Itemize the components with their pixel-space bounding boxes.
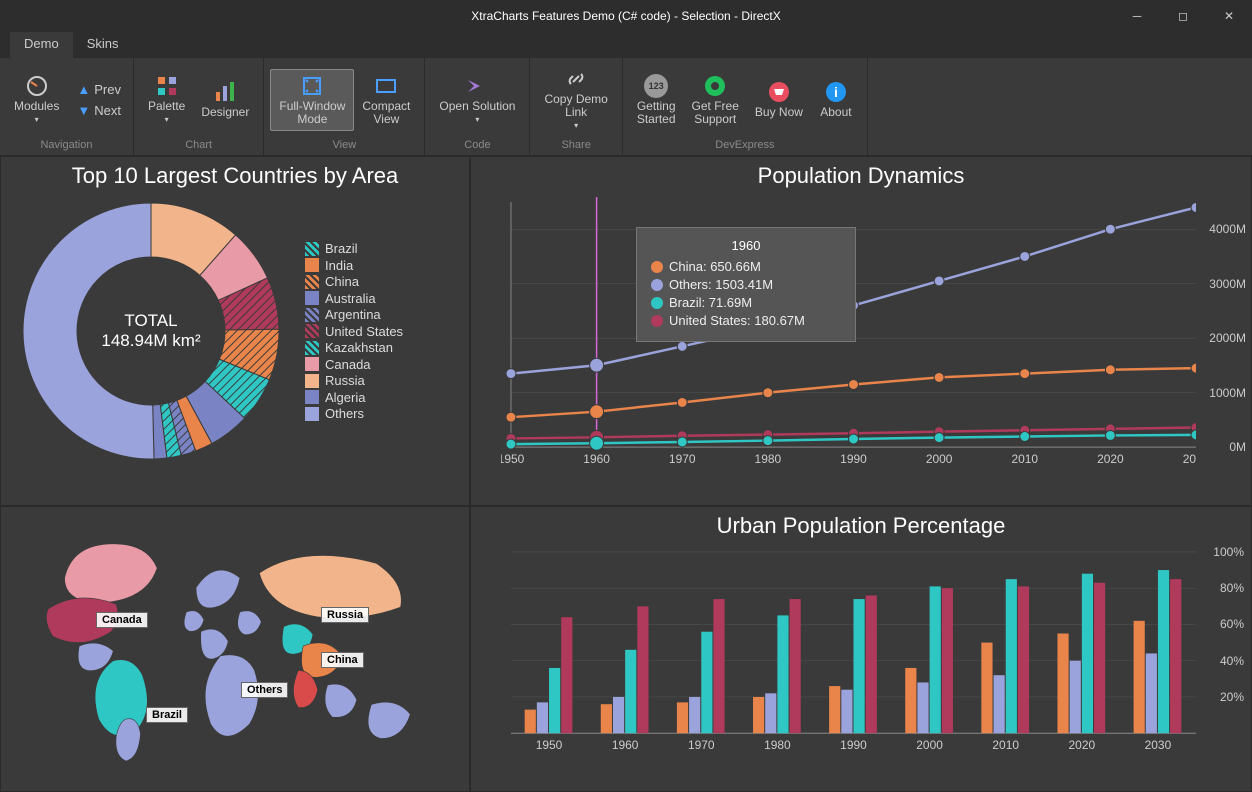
svg-text:2000: 2000: [916, 738, 943, 752]
full-window-button[interactable]: Full-Window Mode: [270, 69, 354, 131]
modules-button[interactable]: Modules ▾: [6, 70, 67, 130]
line-panel: Population Dynamics 1950 1960 1970 1980 1990…: [470, 156, 1252, 506]
map-label-russia: Russia: [321, 607, 369, 623]
svg-text:2010: 2010: [992, 738, 1019, 752]
svg-text:2020: 2020: [1097, 452, 1124, 466]
gauge-icon: [25, 74, 49, 98]
svg-text:1960: 1960: [583, 452, 610, 466]
svg-text:1990: 1990: [840, 452, 867, 466]
group-navigation-label: Navigation: [0, 137, 133, 155]
about-button[interactable]: iAbout: [811, 76, 861, 123]
map-label-canada: Canada: [96, 612, 148, 628]
bar-chart[interactable]: 195019601970198019902000201020202030 20%…: [501, 547, 1196, 753]
compact-view-button[interactable]: Compact View: [354, 70, 418, 130]
svg-text:1950: 1950: [536, 738, 563, 752]
map-label-others: Others: [241, 682, 288, 698]
map-panel[interactable]: Canada Brazil Others Russia China: [0, 506, 470, 792]
link-icon: [564, 67, 588, 91]
group-devexpress-label: DevExpress: [623, 137, 867, 155]
svg-text:1950: 1950: [501, 452, 525, 466]
legend-item[interactable]: Others: [305, 406, 403, 421]
group-code-label: Code: [425, 137, 529, 155]
line-tooltip: 1960 China: 650.66MOthers: 1503.41MBrazi…: [636, 227, 856, 342]
tab-demo[interactable]: Demo: [10, 32, 73, 58]
minimize-button[interactable]: ─: [1114, 0, 1160, 32]
donut-panel: Top 10 Largest Countries by Area TOTAL 1…: [0, 156, 470, 506]
legend-item[interactable]: China: [305, 274, 403, 289]
vs-icon: [465, 74, 489, 98]
maximize-button[interactable]: ◻: [1160, 0, 1206, 32]
svg-text:1970: 1970: [688, 738, 715, 752]
legend-item[interactable]: Kazakhstan: [305, 340, 403, 355]
legend-item[interactable]: India: [305, 258, 403, 273]
group-view-label: View: [264, 137, 424, 155]
palette-icon: [155, 74, 179, 98]
next-icon: ▼: [77, 103, 90, 118]
svg-text:2000: 2000: [926, 452, 953, 466]
svg-text:2030: 2030: [1183, 452, 1196, 466]
prev-icon: ▲: [77, 82, 90, 97]
group-chart-label: Chart: [134, 137, 263, 155]
123-icon: 123: [644, 74, 668, 98]
svg-text:2020: 2020: [1069, 738, 1096, 752]
world-map[interactable]: [11, 517, 459, 781]
next-button[interactable]: ▼Next: [71, 101, 127, 120]
tab-skins[interactable]: Skins: [73, 32, 133, 58]
titlebar: XtraCharts Features Demo (C# code) - Sel…: [0, 0, 1252, 32]
open-solution-button[interactable]: Open Solution▾: [431, 70, 523, 130]
svg-text:i: i: [834, 84, 838, 100]
expand-icon: [300, 74, 324, 98]
map-label-brazil: Brazil: [146, 707, 188, 723]
copy-link-button[interactable]: Copy Demo Link▾: [536, 63, 615, 136]
ribbon: Modules ▾ ▲Prev ▼Next Navigation Palette…: [0, 58, 1252, 156]
legend-item[interactable]: Algeria: [305, 390, 403, 405]
svg-text:1980: 1980: [755, 452, 782, 466]
designer-button[interactable]: Designer: [193, 76, 257, 123]
svg-text:1970: 1970: [669, 452, 696, 466]
line-chart[interactable]: 1950 1960 1970 1980 1990 2000 2010 2020 2030 196…: [501, 197, 1196, 467]
compact-icon: [374, 74, 398, 98]
cart-icon: [767, 80, 791, 104]
support-button[interactable]: Get Free Support: [684, 70, 747, 130]
lifebuoy-icon: [703, 74, 727, 98]
map-label-china: China: [321, 652, 364, 668]
info-icon: i: [824, 80, 848, 104]
legend-item[interactable]: Argentina: [305, 307, 403, 322]
legend-item[interactable]: Australia: [305, 291, 403, 306]
buy-now-button[interactable]: Buy Now: [747, 76, 811, 123]
svg-text:1960: 1960: [612, 738, 639, 752]
window-title: XtraCharts Features Demo (C# code) - Sel…: [471, 9, 780, 23]
bar-title: Urban Population Percentage: [471, 507, 1251, 541]
tab-strip: Demo Skins: [0, 32, 1252, 58]
line-title: Population Dynamics: [471, 157, 1251, 191]
svg-text:2010: 2010: [1011, 452, 1038, 466]
bar-panel: Urban Population Percentage 1950 1960 1970…: [470, 506, 1252, 792]
donut-total-label: TOTAL: [101, 311, 200, 331]
donut-chart[interactable]: TOTAL 148.94M km²: [11, 191, 291, 471]
bars-icon: [213, 80, 237, 104]
svg-text:1980: 1980: [764, 738, 791, 752]
group-share-label: Share: [530, 137, 621, 155]
svg-text:2030: 2030: [1145, 738, 1172, 752]
close-button[interactable]: ✕: [1206, 0, 1252, 32]
legend-item[interactable]: Russia: [305, 373, 403, 388]
svg-text:1990: 1990: [840, 738, 867, 752]
legend-item[interactable]: Canada: [305, 357, 403, 372]
tooltip-year: 1960: [651, 238, 841, 253]
legend-item[interactable]: Brazil: [305, 241, 403, 256]
prev-button[interactable]: ▲Prev: [71, 80, 127, 99]
donut-total-value: 148.94M km²: [101, 331, 200, 351]
getting-started-button[interactable]: 123Getting Started: [629, 70, 684, 130]
palette-button[interactable]: Palette▾: [140, 70, 193, 130]
donut-title: Top 10 Largest Countries by Area: [1, 157, 469, 191]
donut-legend: Brazil IndiaChina AustraliaArgentina United…: [305, 240, 403, 423]
legend-item[interactable]: United States: [305, 324, 403, 339]
